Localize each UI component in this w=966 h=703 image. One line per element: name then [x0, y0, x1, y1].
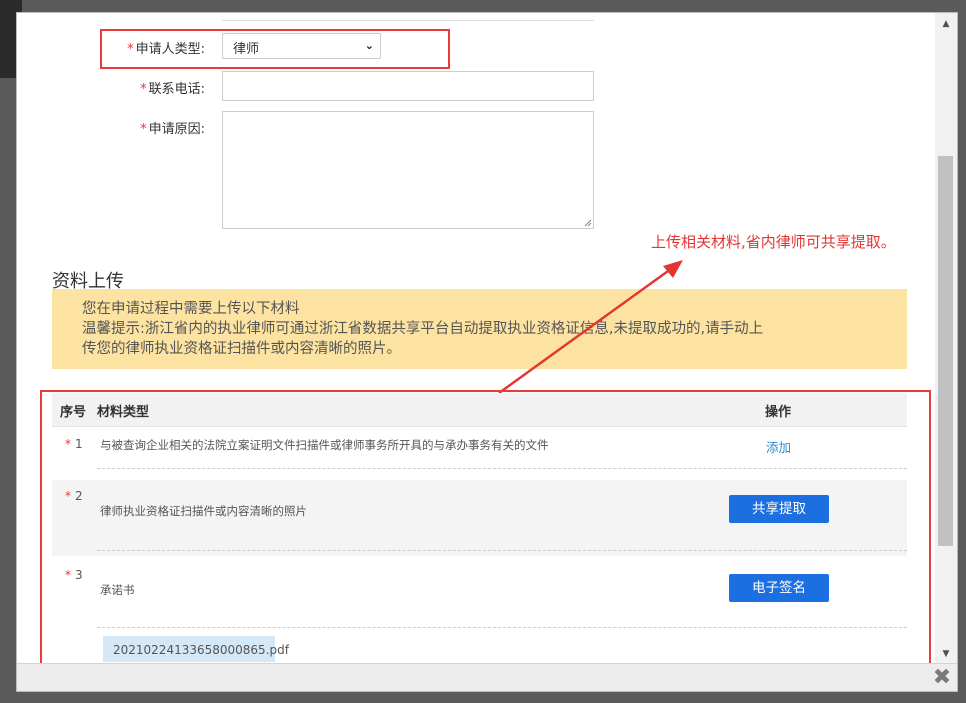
col-op: 操作 — [765, 405, 792, 420]
applicant-type-select[interactable]: 律师 ⌄ — [222, 33, 381, 59]
row-divider — [97, 627, 907, 628]
reason-textarea[interactable] — [222, 111, 594, 229]
resize-grip-icon[interactable] — [584, 219, 592, 227]
divider — [222, 20, 594, 21]
annotation-text: 上传相关材料,省内律师可共享提取。 — [651, 233, 896, 251]
scroll-thumb[interactable] — [938, 156, 953, 546]
row-divider — [97, 550, 907, 551]
triangle-down-icon[interactable]: ▼ — [935, 645, 957, 663]
row-num: * 1 — [65, 437, 83, 451]
annotation-arrow-icon — [498, 260, 683, 395]
triangle-up-icon[interactable]: ▲ — [935, 15, 957, 33]
table-header: 序号 材料类型 操作 — [52, 393, 907, 427]
vertical-scrollbar[interactable]: ▲ ▼ — [935, 13, 957, 665]
table-row: * 2 律师执业资格证扫描件或内容清晰的照片 共享提取 — [52, 480, 907, 556]
reason-label: * 申请原因: — [140, 122, 205, 137]
row-num: * 2 — [65, 489, 83, 503]
upload-notice: 您在申请过程中需要上传以下材料 温馨提示:浙江省内的执业律师可通过浙江省数据共享… — [52, 289, 907, 369]
col-num: 序号 — [60, 405, 87, 420]
share-extract-button[interactable]: 共享提取 — [729, 495, 829, 523]
apply-dialog: * 申请人类型: 律师 ⌄ * 联系电话: * 申请原因: 资料上传 您在申请过程中需… — [16, 12, 958, 692]
uploaded-file[interactable]: 20210224133658000865.pdf — [103, 636, 289, 662]
phone-label: * 联系电话: — [140, 82, 205, 97]
chevron-down-icon: ⌄ — [364, 39, 374, 52]
e-signature-button[interactable]: 电子签名 — [729, 574, 829, 602]
col-type: 材料类型 — [97, 405, 150, 420]
notice-line-3: 传您的律师执业资格证扫描件或内容清晰的照片。 — [82, 341, 401, 357]
row-text: 与被查询企业相关的法院立案证明文件扫描件或律师事务所开具的与承办事务有关的文件 — [100, 438, 549, 452]
notice-line-2: 温馨提示:浙江省内的执业律师可通过浙江省数据共享平台自动提取执业资格证信息,未提… — [82, 321, 764, 337]
row-text: 承诺书 — [100, 583, 135, 597]
row-num: * 3 — [65, 568, 83, 582]
add-link[interactable]: 添加 — [766, 437, 791, 456]
row-divider — [97, 468, 907, 469]
dialog-body: * 申请人类型: 律师 ⌄ * 联系电话: * 申请原因: 资料上传 您在申请过程中需… — [17, 13, 937, 665]
dialog-footer: ✖ — [17, 663, 957, 691]
notice-line-1: 您在申请过程中需要上传以下材料 — [82, 301, 300, 317]
row-text: 律师执业资格证扫描件或内容清晰的照片 — [100, 504, 307, 518]
phone-input[interactable] — [222, 71, 594, 101]
close-icon[interactable]: ✖ — [931, 667, 953, 689]
table-row: * 1 与被查询企业相关的法院立案证明文件扫描件或律师事务所开具的与承办事务有关的… — [52, 427, 907, 479]
applicant-type-label: * 申请人类型: — [127, 42, 205, 57]
applicant-type-value: 律师 — [233, 42, 260, 57]
